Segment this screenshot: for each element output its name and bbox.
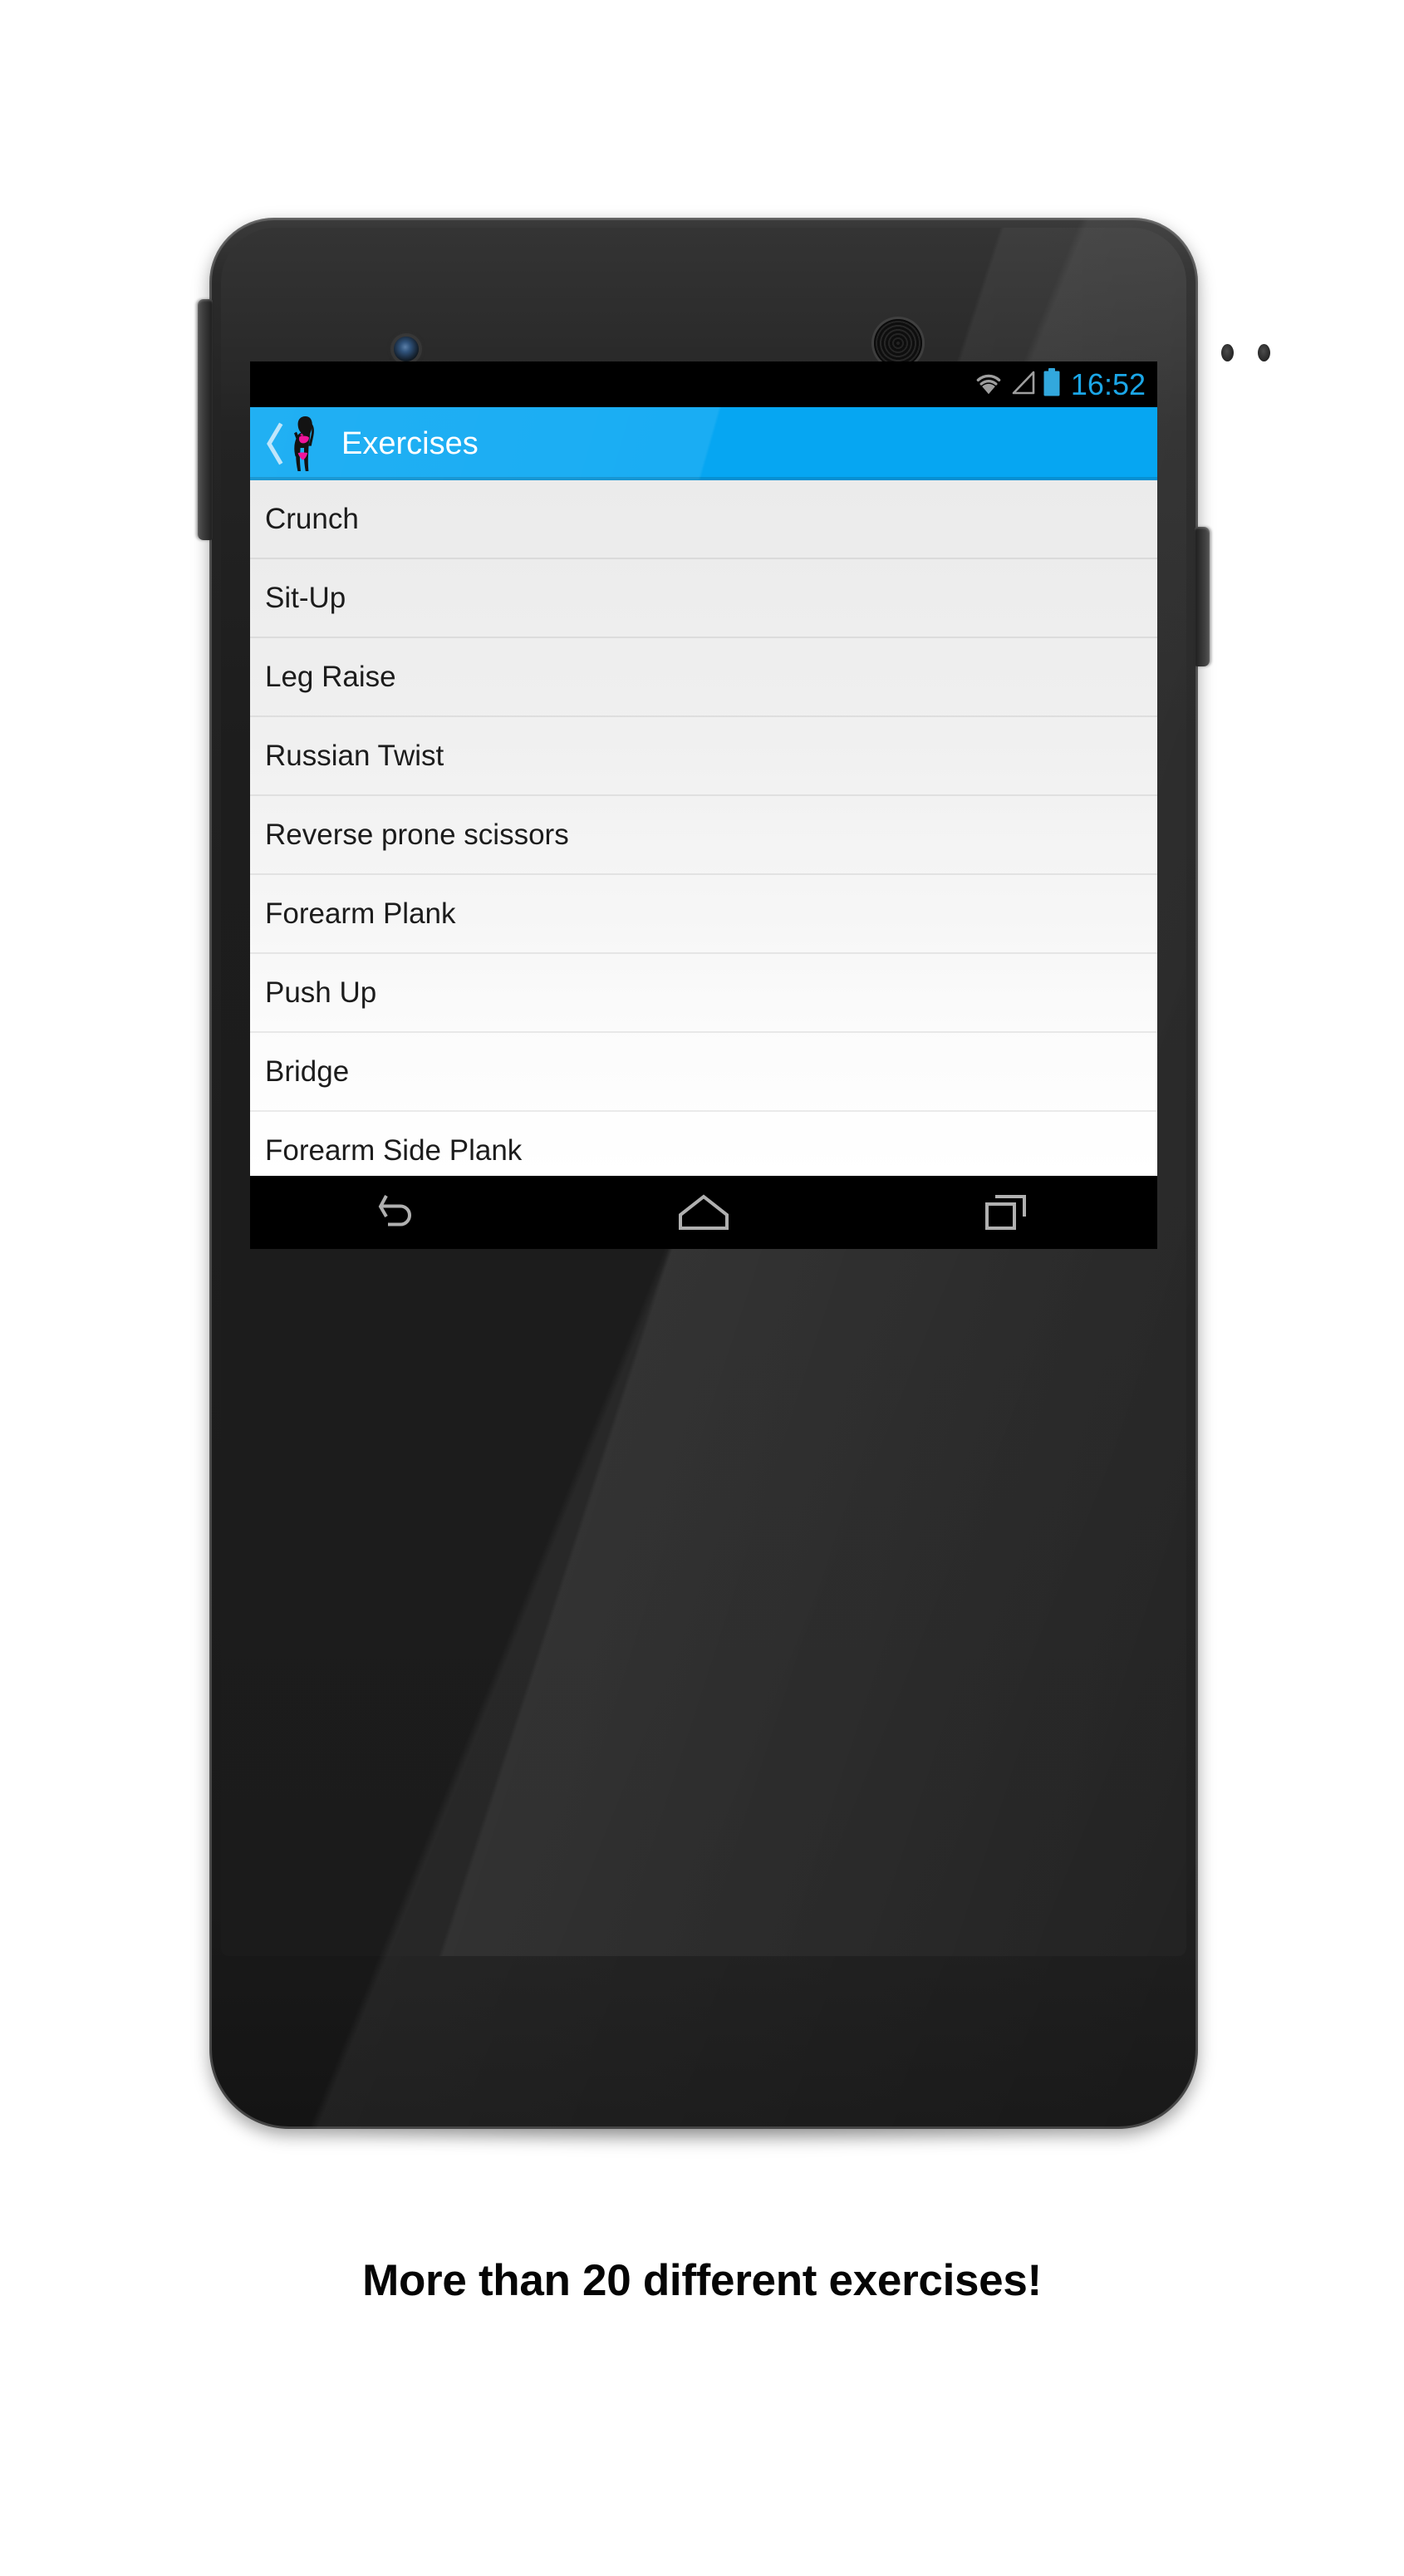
list-item-label: Push Up <box>265 976 377 1009</box>
list-item[interactable]: Sit-Up <box>250 559 1157 638</box>
power-button[interactable] <box>1195 527 1210 666</box>
back-chevron-icon[interactable] <box>263 419 285 469</box>
bikini-woman-silhouette-icon[interactable] <box>287 415 325 473</box>
phone-device: 16:52 Exercises Crunch Sit-Up Leg Raise … <box>198 218 1270 2154</box>
list-item-label: Bridge <box>265 1055 350 1088</box>
front-camera-icon <box>394 337 419 361</box>
android-navigation-bar <box>250 1176 1157 1249</box>
status-bar: 16:52 <box>250 361 1157 407</box>
earpiece-speaker-icon <box>874 319 922 367</box>
phone-screen: 16:52 Exercises Crunch Sit-Up Leg Raise … <box>250 361 1157 1176</box>
exercise-list[interactable]: Crunch Sit-Up Leg Raise Russian Twist Re… <box>250 480 1157 1176</box>
list-item-label: Crunch <box>265 503 359 535</box>
wifi-icon <box>972 370 1005 400</box>
nav-home-button[interactable] <box>654 1176 754 1249</box>
recents-nav-icon <box>984 1193 1028 1231</box>
list-item-label: Sit-Up <box>265 582 346 614</box>
app-bar: Exercises <box>250 407 1157 480</box>
status-bar-icons <box>972 368 1061 401</box>
list-item[interactable]: Push Up <box>250 954 1157 1033</box>
status-bar-clock: 16:52 <box>1070 366 1146 401</box>
list-item[interactable]: Reverse prone scissors <box>250 796 1157 875</box>
light-sensor-icon <box>1258 344 1270 361</box>
nav-back-button[interactable] <box>351 1176 451 1249</box>
list-item-label: Forearm Plank <box>265 897 456 930</box>
list-item-label: Reverse prone scissors <box>265 819 569 851</box>
caption-text: More than 20 different exercises! <box>362 2256 1042 2305</box>
home-nav-icon <box>678 1193 729 1231</box>
list-item-label: Russian Twist <box>265 740 444 772</box>
list-item[interactable]: Russian Twist <box>250 717 1157 796</box>
nav-recents-button[interactable] <box>956 1176 1056 1249</box>
list-item[interactable]: Forearm Plank <box>250 875 1157 954</box>
list-item-label: Forearm Side Plank <box>265 1134 523 1167</box>
list-item[interactable]: Forearm Side Plank <box>250 1112 1157 1176</box>
list-item[interactable]: Crunch <box>250 480 1157 559</box>
cell-signal-icon <box>1011 370 1037 400</box>
back-nav-icon <box>378 1191 425 1234</box>
volume-rocker-button[interactable] <box>198 299 213 540</box>
app-bar-title: Exercises <box>341 426 479 461</box>
proximity-sensor-icon <box>1221 344 1234 361</box>
list-item[interactable]: Leg Raise <box>250 638 1157 717</box>
list-item[interactable]: Bridge <box>250 1033 1157 1112</box>
battery-icon <box>1043 368 1061 401</box>
list-item-label: Leg Raise <box>265 661 396 693</box>
